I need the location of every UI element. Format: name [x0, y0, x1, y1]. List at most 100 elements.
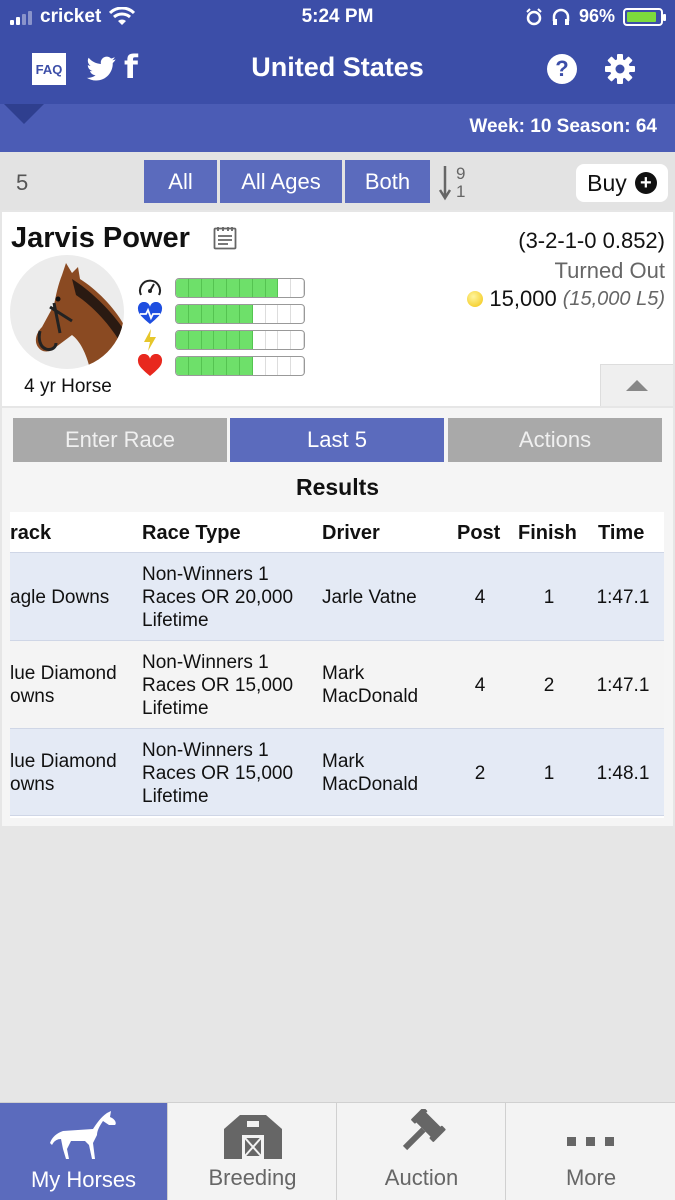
- bar-segment: [214, 331, 228, 349]
- tab-more[interactable]: More: [507, 1103, 675, 1200]
- bar-segment: [227, 357, 240, 375]
- bar-segment: [214, 357, 228, 375]
- filter-bar: 5 All All Ages Both 9 1 Buy +: [0, 152, 675, 210]
- dropdown-notch-icon[interactable]: [4, 104, 44, 124]
- collapse-button[interactable]: [600, 364, 673, 406]
- bar-segment: [266, 357, 279, 375]
- cell-finish: 1: [543, 763, 555, 784]
- cell-time: 1:47.1: [596, 675, 650, 696]
- col-finish: Finish: [518, 522, 577, 544]
- cell-race-type: Non-Winners 1 Races OR 20,000 Lifetime: [142, 564, 294, 631]
- stamina-bar: [175, 304, 305, 324]
- gear-icon[interactable]: [604, 53, 636, 85]
- cell-finish: 1: [543, 587, 555, 608]
- tab-breeding[interactable]: Breeding: [169, 1103, 337, 1200]
- cell-post: 4: [474, 675, 486, 696]
- horse-icon: [49, 1111, 116, 1159]
- bar-segment: [266, 305, 279, 323]
- chevron-up-icon: [626, 380, 648, 391]
- tab-enter-race[interactable]: Enter Race: [13, 418, 227, 462]
- cell-track: lue Diamond owns: [10, 663, 117, 707]
- stat-stamina: [135, 302, 307, 326]
- lightning-icon: [135, 328, 165, 352]
- bottom-tab-bar: My Horses Breeding Auction More: [0, 1102, 675, 1200]
- bar-segment: [265, 279, 279, 297]
- bar-segment: [278, 279, 292, 297]
- bar-segment: [239, 331, 253, 349]
- barn-icon: [223, 1115, 282, 1159]
- sort-icon[interactable]: 9 1: [438, 164, 472, 202]
- tab-label: Auction: [384, 1165, 459, 1190]
- notes-icon[interactable]: [213, 226, 237, 250]
- results-title: Results: [295, 474, 380, 500]
- headphones-icon: [552, 8, 570, 25]
- bar-segment: [291, 357, 304, 375]
- bar-segment: [201, 331, 215, 349]
- stat-health: [135, 354, 307, 378]
- table-row[interactable]: agle Downs Non-Winners 1 Races OR 20,000 L…: [10, 552, 664, 640]
- bar-segment: [176, 305, 189, 323]
- earnings-l5: (15,000 L5): [562, 287, 665, 310]
- bar-segment: [278, 331, 292, 349]
- horse-name: Jarvis Power: [11, 222, 190, 254]
- bar-segment: [253, 331, 266, 349]
- cell-post: 4: [474, 587, 486, 608]
- bar-segment: [278, 357, 292, 375]
- cell-time: 1:47.1: [596, 587, 650, 608]
- table-row[interactable]: lue Diamond owns Non-Winners 1 Races OR 15…: [10, 640, 664, 728]
- horse-count: 5: [16, 170, 29, 195]
- col-race-type: Race Type: [142, 522, 241, 544]
- col-time: Time: [598, 522, 645, 544]
- tab-auction[interactable]: Auction: [338, 1103, 506, 1200]
- tab-my-horses[interactable]: My Horses: [0, 1103, 168, 1200]
- bar-segment: [188, 357, 202, 375]
- filter-ages-button[interactable]: All Ages: [220, 160, 342, 203]
- battery-percent: 96%: [578, 6, 615, 26]
- race-record: (3-2-1-0 0.852): [518, 228, 665, 253]
- app-header: FAQ f United States ?: [0, 36, 675, 104]
- bar-segment: [188, 305, 202, 323]
- bar-segment: [252, 279, 266, 297]
- bar-segment: [201, 305, 215, 323]
- bar-segment: [266, 331, 279, 349]
- horse-age: 4 yr Horse: [24, 376, 112, 397]
- gavel-icon: [402, 1109, 446, 1151]
- col-post: Post: [457, 522, 501, 544]
- tab-label: Breeding: [208, 1165, 297, 1190]
- horse-avatar[interactable]: [10, 255, 124, 369]
- buy-button[interactable]: Buy +: [576, 164, 668, 202]
- bar-segment: [201, 357, 215, 375]
- help-icon[interactable]: ?: [547, 54, 577, 84]
- bar-segment: [201, 279, 215, 297]
- bar-segment: [239, 279, 253, 297]
- sort-bottom-digit: 1: [456, 182, 466, 201]
- cell-time: 1:48.1: [596, 763, 650, 784]
- bar-segment: [188, 331, 202, 349]
- tab-actions[interactable]: Actions: [448, 418, 662, 462]
- cell-post: 2: [474, 763, 486, 784]
- col-track: rack: [10, 522, 52, 544]
- race-panel: Enter Race Last 5 Actions Results rack R…: [2, 408, 673, 826]
- status-bar: cricket 5:24 PM 96%: [0, 0, 675, 36]
- table-row[interactable]: lue Diamond owns Non-Winners 1 Races OR 15…: [10, 728, 664, 816]
- bar-segment: [253, 357, 266, 375]
- alarm-icon: [526, 7, 542, 25]
- energy-bar: [175, 330, 305, 350]
- earnings-value: 15,000: [489, 286, 557, 311]
- cell-driver: Mark MacDonald: [322, 751, 419, 795]
- bar-segment: [239, 357, 253, 375]
- stat-speed: [135, 276, 307, 300]
- filter-gender-button[interactable]: Both: [345, 160, 430, 203]
- coin-icon: [467, 291, 484, 307]
- bar-segment: [176, 279, 189, 297]
- season-bar: Week: 10 Season: 64: [0, 104, 675, 152]
- cell-finish: 2: [543, 675, 555, 696]
- tab-label: More: [565, 1165, 617, 1190]
- cell-race-type: Non-Winners 1 Races OR 15,000 Lifetime: [142, 740, 294, 807]
- tab-last-5[interactable]: Last 5: [230, 418, 444, 462]
- plus-icon: +: [634, 172, 657, 194]
- col-driver: Driver: [322, 522, 380, 544]
- horse-card[interactable]: Jarvis Power (3-2-1-0 0.852) Turned Out …: [2, 212, 673, 406]
- filter-all-button[interactable]: All: [144, 160, 217, 203]
- cell-track: agle Downs: [10, 587, 110, 608]
